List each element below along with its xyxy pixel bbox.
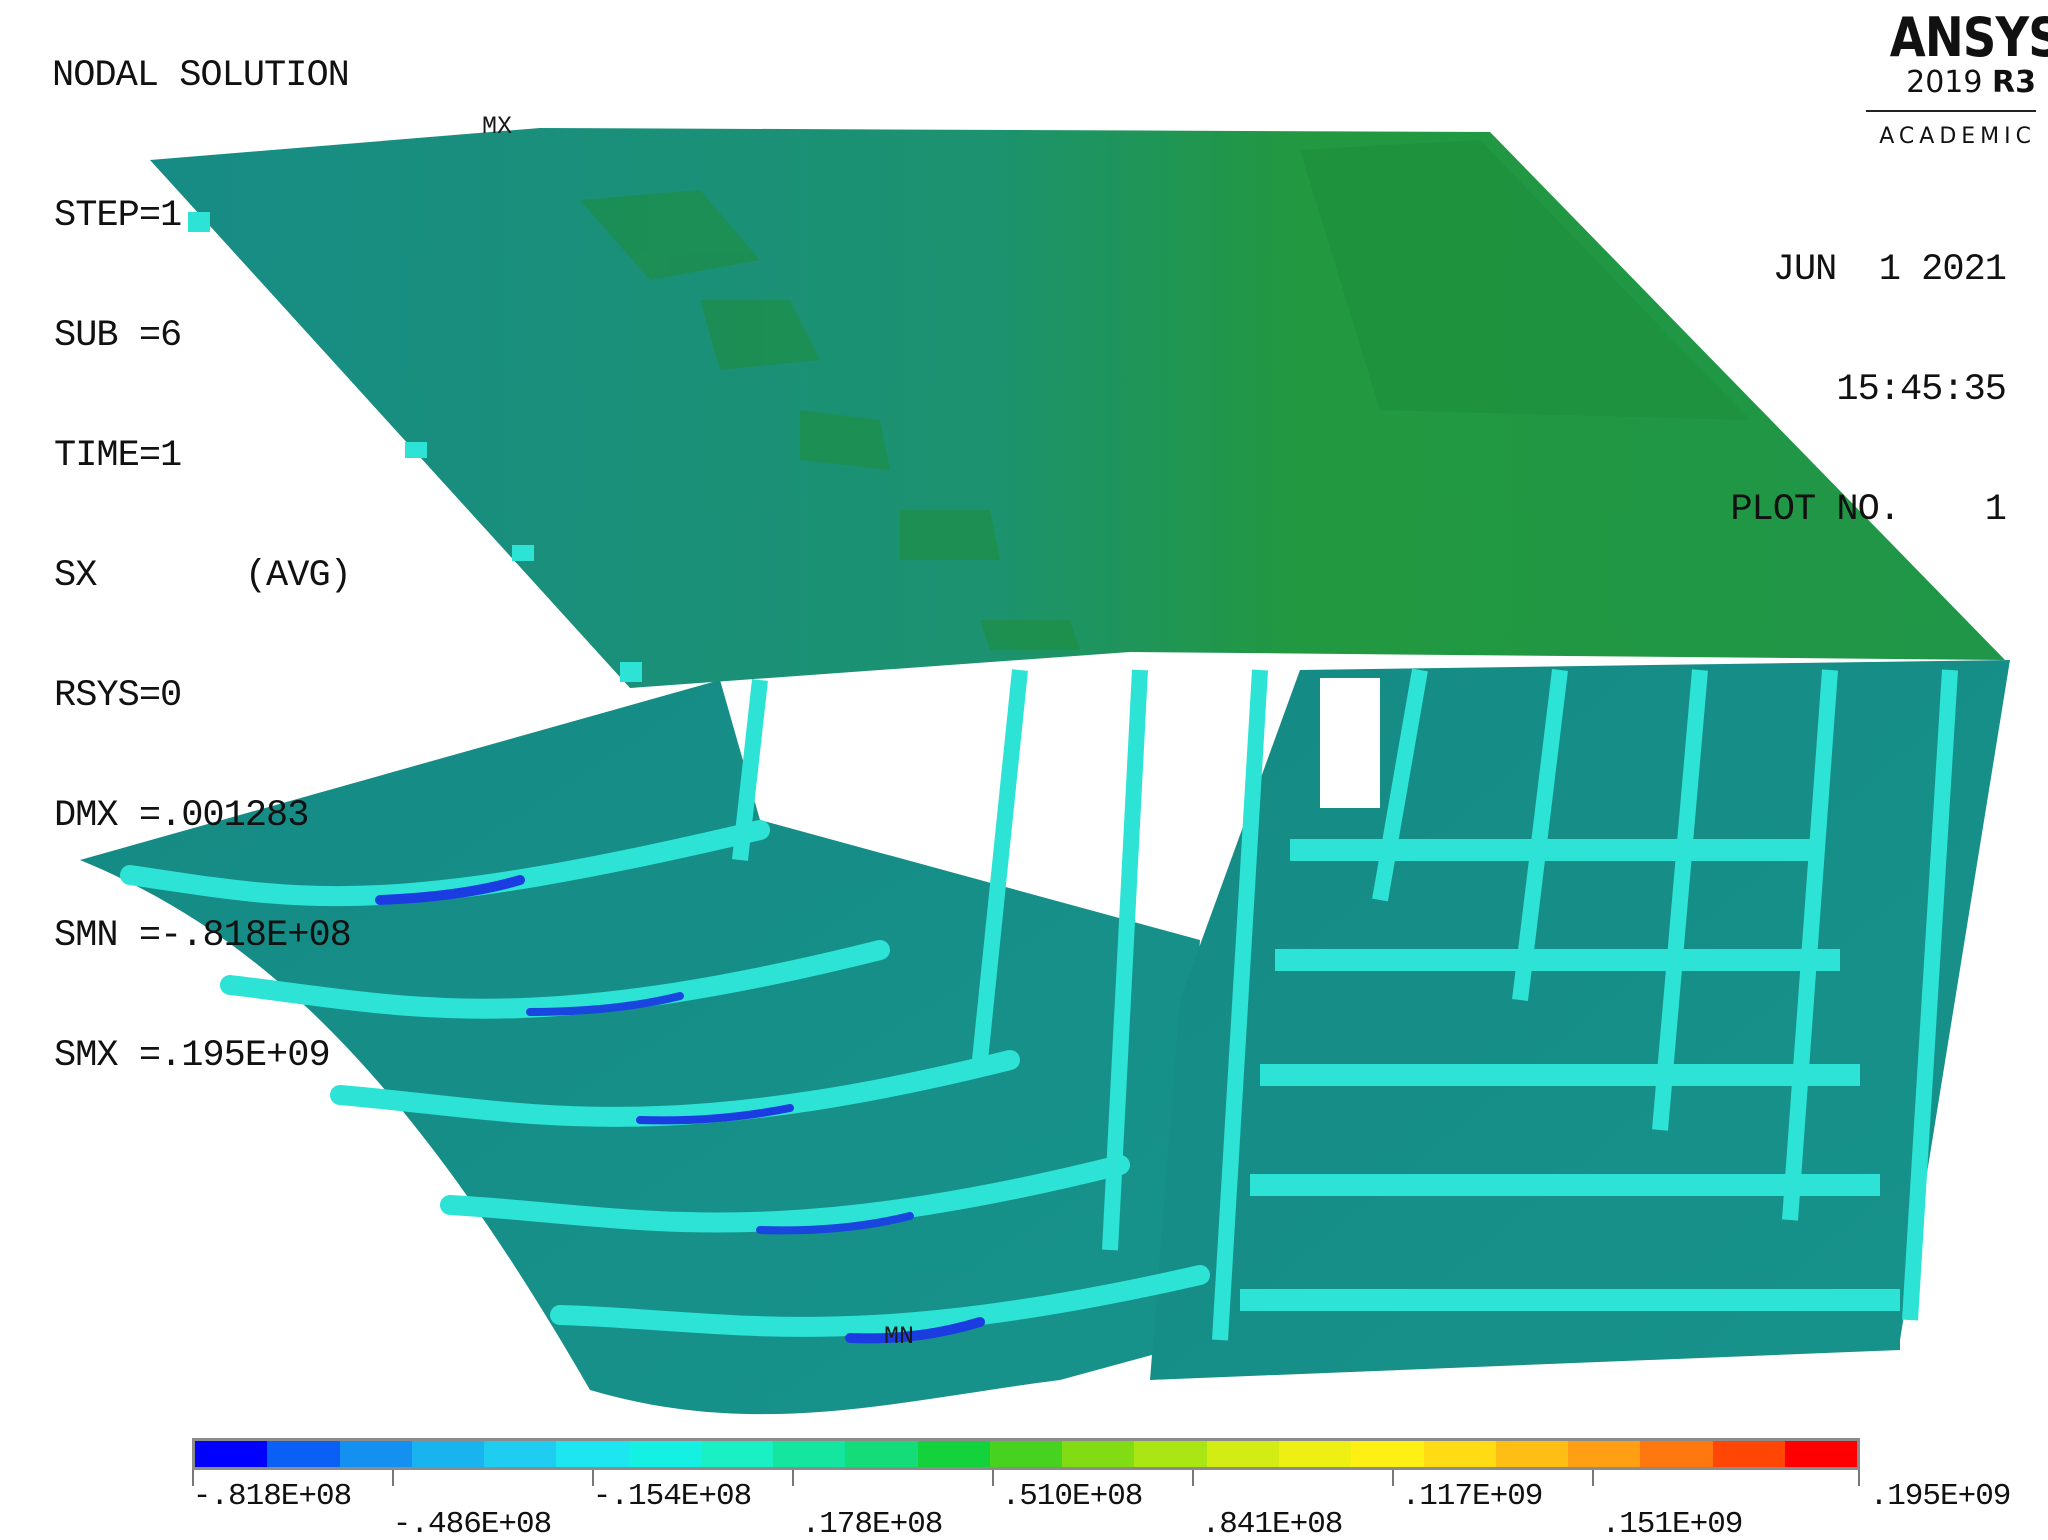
legend-label-7: .151E+09 [1601,1507,1744,1540]
legend-label-3: .178E+08 [801,1507,944,1540]
legend-color-band-17 [1423,1441,1496,1467]
legend-color-band-0 [195,1441,268,1467]
min-marker: MN [884,1322,915,1351]
info-step: STEP=1 [54,195,182,237]
legend-color-band-1 [267,1441,340,1467]
stamp-date: JUN 1 2021 [1772,249,2007,291]
legend-color-band-2 [339,1441,412,1467]
legend-color-band-21 [1712,1441,1785,1467]
legend-tick [1392,1470,1394,1486]
legend-color-band-22 [1784,1441,1858,1467]
legend-color-band-18 [1495,1441,1569,1467]
hull-right-base [1150,660,2010,1380]
ansys-logo: ANSYS 2019 R3 ACADEMIC [1866,6,2048,149]
contour-legend-bar [192,1438,1860,1470]
legend-label-6: .117E+09 [1401,1479,1544,1514]
info-smn: SMN =-.818E+08 [54,915,352,957]
logo-version-year: 2019 [1906,65,1983,100]
legend-color-band-4 [484,1441,557,1467]
legend-label-0: -.818E+08 [192,1479,352,1514]
legend-color-band-16 [1351,1441,1424,1467]
stamp-plot-number: PLOT NO. 1 [1730,489,2007,531]
info-component: SX (AVG) [54,555,352,597]
legend-color-band-5 [556,1441,629,1467]
ansys-plot-window: NODAL SOLUTION STEP=1 SUB =6 TIME=1 SX (… [0,0,2048,1540]
stamp-time: 15:45:35 [1836,369,2007,411]
legend-label-8: .195E+09 [1869,1479,2012,1514]
legend-tick [392,1470,394,1486]
legend-color-band-20 [1640,1441,1713,1467]
legend-label-5: .841E+08 [1201,1507,1344,1540]
legend-color-band-15 [1278,1441,1352,1467]
legend-tick [1858,1470,1860,1486]
legend-color-band-6 [628,1441,701,1467]
legend-color-band-7 [700,1441,774,1467]
logo-divider [1866,110,2036,112]
logo-name: ANSYS [1889,6,2048,69]
info-time: TIME=1 [54,435,182,477]
legend-label-2: -.154E+08 [592,1479,752,1514]
legend-color-band-11 [989,1441,1063,1467]
logo-version: 2019 R3 [1866,66,2036,100]
legend-tick [992,1470,994,1486]
legend-tick [1592,1470,1594,1486]
info-rsys: RSYS=0 [54,675,182,717]
logo-edition: ACADEMIC [1879,124,2036,149]
logo-version-release: R3 [1992,65,2036,100]
legend-color-band-10 [917,1441,990,1467]
plot-stamp: JUN 1 2021 15:45:35 PLOT NO. 1 [1730,170,2007,610]
legend-tick [1192,1470,1194,1486]
legend-color-band-12 [1062,1441,1135,1467]
legend-tick [792,1470,794,1486]
max-marker: MX [482,112,513,141]
plot-title: NODAL SOLUTION [52,55,350,97]
info-sub: SUB =6 [54,315,182,357]
legend-color-band-13 [1134,1441,1207,1467]
solution-info-block: STEP=1 SUB =6 TIME=1 SX (AVG) RSYS=0 DMX… [54,116,352,1156]
legend-color-band-9 [845,1441,918,1467]
legend-label-4: .510E+08 [1001,1479,1144,1514]
info-smx: SMX =.195E+09 [54,1035,331,1077]
legend-color-band-8 [773,1441,846,1467]
legend-label-1: -.486E+08 [392,1507,552,1540]
legend-color-band-14 [1206,1441,1279,1467]
legend-color-band-19 [1568,1441,1641,1467]
deck-opening [1320,678,1380,808]
info-dmx: DMX =.001283 [54,795,309,837]
legend-color-band-3 [411,1441,485,1467]
